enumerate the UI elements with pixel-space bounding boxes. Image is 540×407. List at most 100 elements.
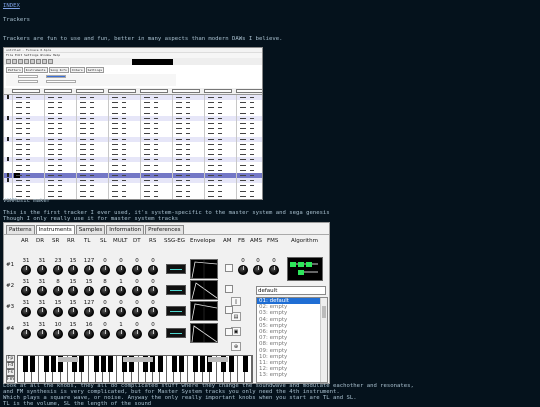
patch-list[interactable]: 01: default 02: empty 03: empty 04: empty 05… [256,297,328,383]
knob[interactable] [116,286,126,296]
knob[interactable] [132,286,142,296]
knob[interactable] [100,265,110,275]
tracker-tab: Orders [69,67,85,73]
black-key[interactable] [228,356,234,372]
operator-value: 1 [119,279,123,285]
knob[interactable] [84,329,94,339]
am-toggle[interactable] [225,264,233,272]
record-icon [36,59,41,64]
knob[interactable] [53,307,63,317]
knob[interactable] [53,329,63,339]
patch-list-item[interactable]: 13: empty [257,372,327,378]
tab-samples[interactable]: Samples [75,225,106,234]
am-toggle[interactable] [225,285,233,293]
knob[interactable] [148,329,158,339]
knob[interactable] [116,329,126,339]
knob[interactable] [148,286,158,296]
black-key[interactable] [93,356,99,372]
knob[interactable] [53,286,63,296]
knob[interactable] [68,265,78,275]
black-key[interactable] [100,356,106,372]
knob[interactable] [68,286,78,296]
knob[interactable] [53,265,63,275]
tracker-pattern-grid [4,95,262,199]
tab-patterns[interactable]: Patterns [6,225,35,234]
black-key[interactable] [200,356,206,372]
index-link[interactable]: INDEX [3,3,20,9]
key-label-fs[interactable]: Fs [6,369,15,376]
knob[interactable] [37,286,47,296]
knob[interactable] [68,307,78,317]
black-key[interactable] [157,356,163,372]
param-header-rs: RS [149,238,157,244]
patch-name-field[interactable]: default [256,286,326,295]
key-label-fm[interactable]: Fm [6,376,15,383]
key-label-fd[interactable]: Fd [6,362,15,369]
knob[interactable] [84,265,94,275]
key-label-fp[interactable]: Fp [6,355,15,362]
knob[interactable] [21,286,31,296]
knob[interactable] [132,265,142,275]
fb-knob[interactable] [238,265,248,275]
tracker-tab: Pattern [6,67,23,73]
black-key[interactable] [79,356,85,372]
knob[interactable] [37,307,47,317]
black-key[interactable] [107,356,113,372]
tab-preferences[interactable]: Preferences [145,225,184,234]
instruments-panel: AR DR SR RR TL SL MULT DT RS SSG-EG Enve… [4,234,329,383]
ssg-eg-display[interactable] [166,306,186,316]
black-key[interactable] [51,356,56,372]
black-key[interactable] [178,356,184,372]
ams-knob[interactable] [253,265,263,275]
am-toggle[interactable] [225,306,233,314]
param-header-sr: SR [52,238,60,244]
black-key[interactable] [22,356,28,372]
knob[interactable] [84,286,94,296]
knob[interactable] [84,307,94,317]
black-key[interactable] [242,356,248,372]
am-toggle[interactable] [225,328,233,336]
operator-value: 0 [119,300,123,306]
ssg-eg-display[interactable] [166,328,186,338]
envelope-display [190,301,218,321]
knob[interactable] [37,265,47,275]
param-header-tl: TL [84,238,91,244]
knob[interactable] [68,329,78,339]
black-key[interactable] [29,356,35,372]
operator-value: 15 [54,300,62,306]
knob[interactable] [132,307,142,317]
operator-value: 0 [135,300,139,306]
knob[interactable] [100,329,110,339]
knob[interactable] [132,329,142,339]
operator-value: 0 [151,300,155,306]
operator-value: 31 [22,322,30,328]
param-header-algorithm: Algorithm [291,238,318,244]
new-patch-icon[interactable]: ▯ [231,297,241,306]
knob[interactable] [21,307,31,317]
ssg-eg-display[interactable] [166,285,186,295]
patch-list-scrollbar[interactable] [320,298,327,382]
knob[interactable] [116,265,126,275]
tab-instruments[interactable]: Instruments [35,225,75,234]
fms-value: 0 [272,258,276,264]
import-icon[interactable]: ⊕ [231,342,241,351]
algorithm-display[interactable] [287,257,323,281]
knob[interactable] [116,307,126,317]
fms-knob[interactable] [269,265,279,275]
operator-value: 31 [38,300,46,306]
open-icon [12,59,17,64]
knob[interactable] [37,329,47,339]
piano-keyboard[interactable] [17,355,253,383]
black-key[interactable] [171,356,177,372]
knob[interactable] [100,286,110,296]
knob[interactable] [148,265,158,275]
knob[interactable] [148,307,158,317]
black-key[interactable] [43,356,49,372]
knob[interactable] [100,307,110,317]
knob[interactable] [21,265,31,275]
knob[interactable] [21,329,31,339]
ssg-eg-display[interactable] [166,264,186,274]
black-key[interactable] [193,356,198,372]
tab-information[interactable]: Information [106,225,145,234]
operator-value: 16 [85,322,93,328]
